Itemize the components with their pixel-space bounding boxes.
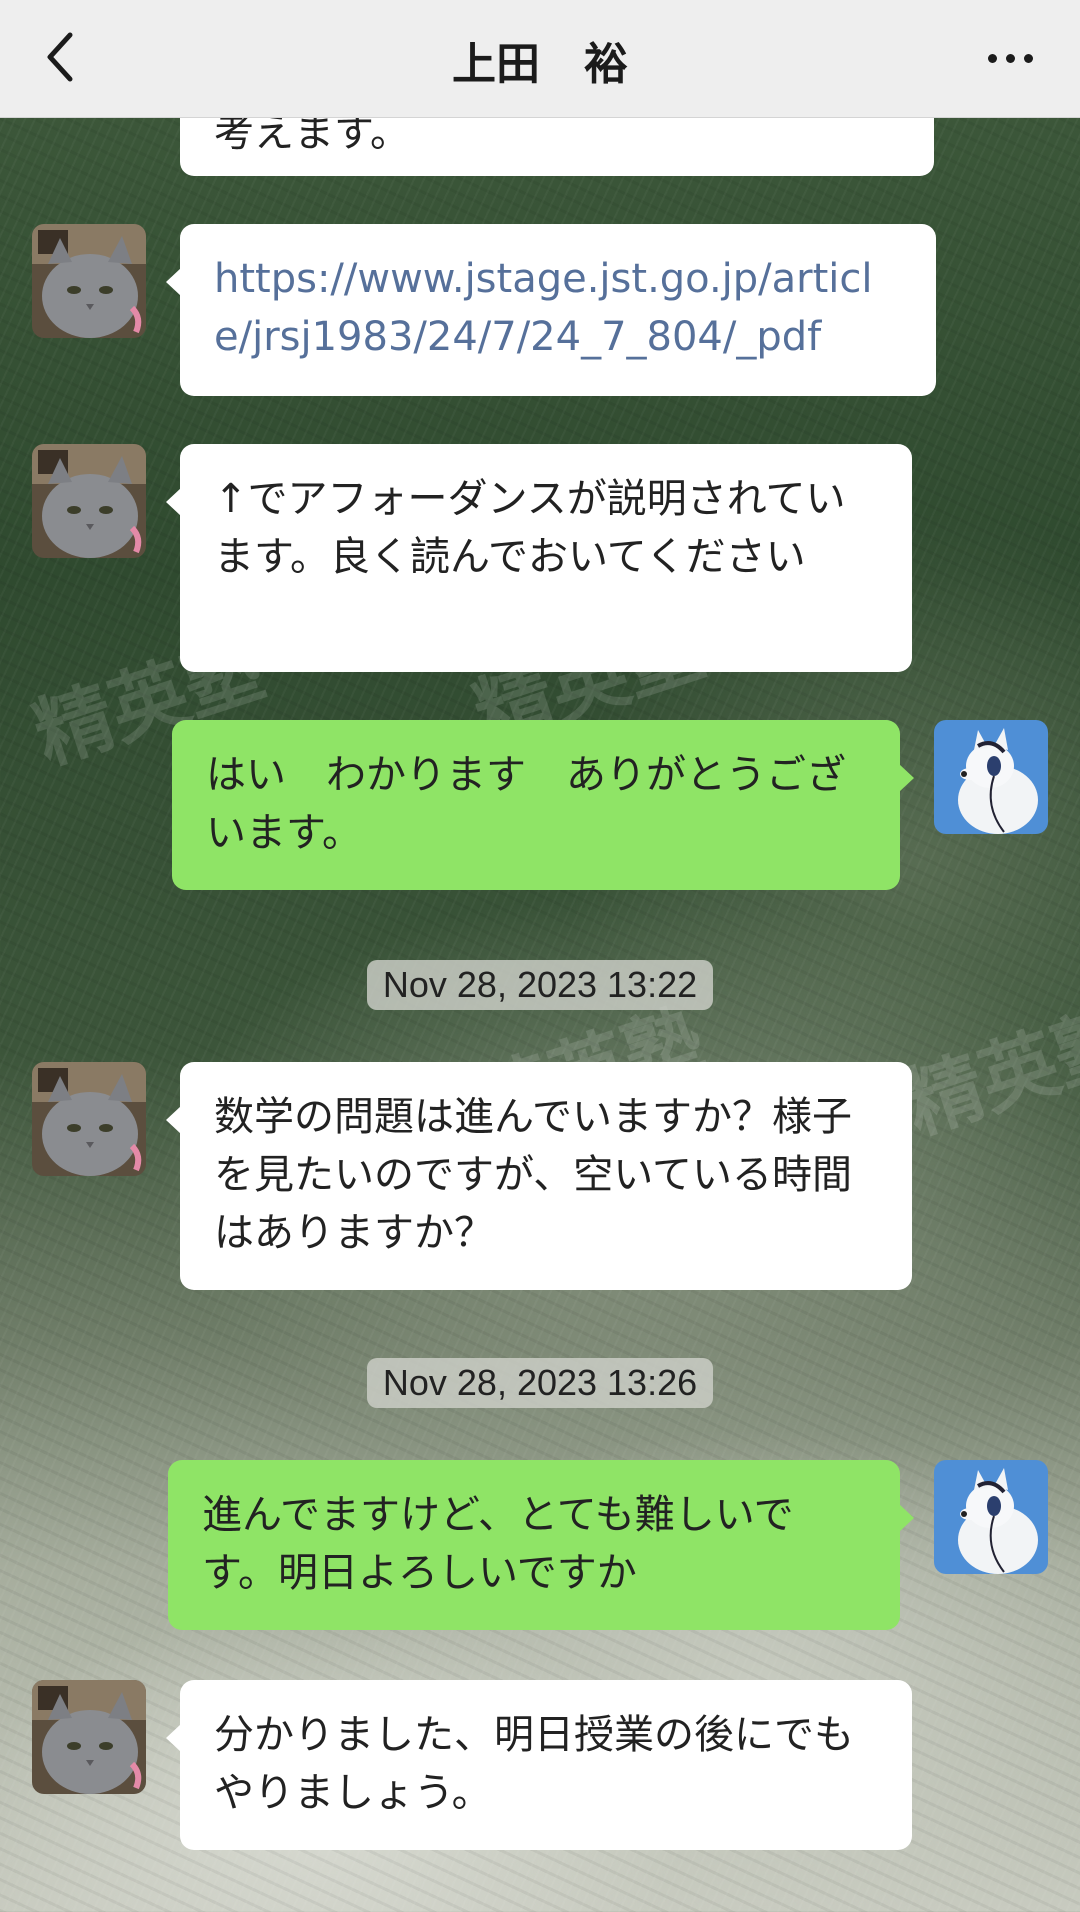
chat-title: 上田 裕 xyxy=(452,39,628,90)
gray-cat-avatar xyxy=(32,444,146,558)
message-text: 数学の問題は進んでいますか？様子を見たいのですが、空いている時間はありますか？ xyxy=(214,1094,852,1256)
message-bubble-incoming[interactable]: 数学の問題は進んでいますか？様子を見たいのですが、空いている時間はありますか？ xyxy=(166,1062,912,1290)
timestamp-divider: Nov 28, 2023 13:22 xyxy=(0,960,1080,1010)
message-text: ↑でアフォーダンスが説明されています。良く読んでおいてください xyxy=(214,476,846,580)
white-dog-headphones-avatar xyxy=(934,720,1048,834)
gray-cat-avatar xyxy=(32,224,146,338)
chat-header: 上田 裕 xyxy=(0,0,1080,118)
avatar-other[interactable] xyxy=(32,1680,146,1794)
message-bubble-incoming[interactable]: 分かりました、明日授業の後にでもやりましょう。 xyxy=(166,1680,912,1850)
avatar-other[interactable] xyxy=(32,444,146,558)
avatar-me[interactable] xyxy=(934,720,1048,834)
message-text: 進んでますけど、とても難しいです。明日よろしいですか xyxy=(202,1492,794,1596)
message-bubble-outgoing[interactable]: 進んでますけど、とても難しいです。明日よろしいですか xyxy=(168,1460,914,1630)
avatar-other[interactable] xyxy=(32,1062,146,1176)
more-options-button[interactable] xyxy=(970,30,1050,86)
more-horizontal-icon xyxy=(987,53,997,63)
message-bubble-incoming[interactable]: https://www.jstage.jst.go.jp/article/jrs… xyxy=(166,224,936,396)
message-text: 分かりました、明日授業の後にでもやりましょう。 xyxy=(214,1712,854,1816)
avatar-other[interactable] xyxy=(32,224,146,338)
timestamp: Nov 28, 2023 13:22 xyxy=(366,960,714,1010)
timestamp-divider: Nov 28, 2023 13:26 xyxy=(0,1358,1080,1408)
message-bubble-incoming[interactable]: ↑でアフォーダンスが説明されています。良く読んでおいてください xyxy=(166,444,912,672)
gray-cat-avatar xyxy=(32,1062,146,1176)
white-dog-headphones-avatar xyxy=(934,1460,1048,1574)
message-bubble-outgoing[interactable]: はい わかります ありがとうございます。 xyxy=(172,720,914,890)
message-link[interactable]: https://www.jstage.jst.go.jp/article/jrs… xyxy=(214,250,902,366)
timestamp: Nov 28, 2023 13:26 xyxy=(366,1358,714,1408)
avatar-me[interactable] xyxy=(934,1460,1048,1574)
message-text: はい わかります ありがとうございます。 xyxy=(206,752,846,856)
gray-cat-avatar xyxy=(32,1680,146,1794)
